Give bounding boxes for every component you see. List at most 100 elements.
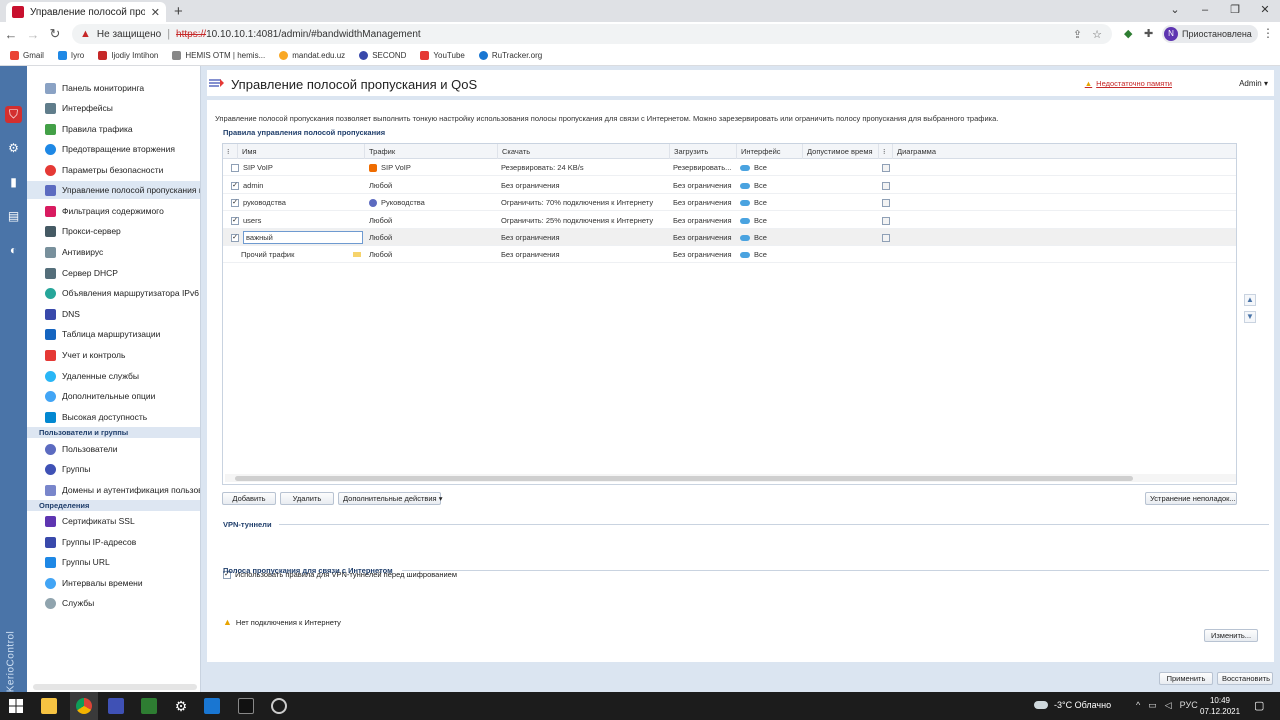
sidebar-item-dhcp[interactable]: Сервер DHCP xyxy=(27,264,200,282)
col-interface[interactable]: Интерфейс xyxy=(736,144,802,159)
language-indicator[interactable]: РУС xyxy=(1180,700,1198,711)
app-icon[interactable] xyxy=(141,698,157,714)
sidebar-item-routing[interactable]: Таблица маршрутизации xyxy=(27,325,200,343)
table-row[interactable]: Прочий трафик Любой Без ограничения Без … xyxy=(223,246,1236,263)
sidebar-item-domains[interactable]: Домены и аутентификация пользователей xyxy=(27,481,200,499)
sidebar-item-time[interactable]: Интервалы времени xyxy=(27,574,200,592)
sidebar-item-users[interactable]: Пользователи xyxy=(27,440,200,458)
chevron-down-icon[interactable]: ⌄ xyxy=(1160,0,1190,20)
add-button[interactable]: Добавить xyxy=(222,492,276,505)
new-tab-icon[interactable]: + xyxy=(174,3,183,20)
bookmark-second[interactable]: SECOND xyxy=(359,51,406,60)
app-icon[interactable] xyxy=(271,698,287,714)
move-down-icon[interactable]: ▼ xyxy=(1244,311,1256,323)
change-button[interactable]: Изменить... xyxy=(1204,629,1258,642)
extension-icon[interactable]: ◆ xyxy=(1124,27,1132,40)
sidebar-item-dashboard[interactable]: Панель мониторинга xyxy=(27,79,200,97)
notifications-icon[interactable]: ▢ xyxy=(1254,699,1264,712)
sidebar-scrollbar[interactable] xyxy=(33,684,197,690)
chart-checkbox[interactable] xyxy=(882,216,890,225)
chart-checkbox[interactable] xyxy=(882,181,890,190)
row-checkbox[interactable]: ✓ xyxy=(231,233,239,242)
chart-icon[interactable]: ▮ xyxy=(5,174,22,191)
network-icon[interactable]: ▭ xyxy=(1148,700,1157,711)
sidebar-item-proxy[interactable]: Прокси-сервер xyxy=(27,222,200,240)
sidebar-item-antivirus[interactable]: Антивирус xyxy=(27,243,200,261)
clock[interactable]: 10:49 07.12.2021 xyxy=(1200,695,1240,717)
sidebar-item-dns[interactable]: DNS xyxy=(27,305,200,323)
col-traffic[interactable]: Трафик xyxy=(364,144,497,159)
column-toggle-icon[interactable]: ⁝ xyxy=(223,144,237,159)
admin-menu[interactable]: Admin ▾ xyxy=(1239,79,1268,88)
settings-icon[interactable]: ⚙ xyxy=(5,140,22,157)
sidebar-item-ip-groups[interactable]: Группы IP-адресов xyxy=(27,533,200,551)
bookmark-hemis[interactable]: HEMIS OTM | hemis... xyxy=(172,51,265,60)
table-row[interactable]: SIP VoIP SIP VoIP Резервировать: 24 KB/s… xyxy=(223,159,1236,176)
col-download[interactable]: Скачать xyxy=(497,144,669,159)
chart-checkbox[interactable] xyxy=(882,233,890,242)
sidebar-item-traffic-rules[interactable]: Правила трафика xyxy=(27,120,200,138)
sidebar-item-services[interactable]: Службы xyxy=(27,594,200,612)
sidebar-item-remote[interactable]: Удаленные службы xyxy=(27,367,200,385)
sidebar-item-ipv6[interactable]: Объявления маршрутизатора IPv6 xyxy=(27,284,200,302)
bookmark-youtube[interactable]: YouTube xyxy=(420,51,465,60)
close-window-icon[interactable]: ✕ xyxy=(1250,0,1280,20)
settings-icon[interactable]: ⚙ xyxy=(173,698,189,714)
forward-icon[interactable]: → xyxy=(22,27,44,42)
menu-dots-icon[interactable]: ⋮ xyxy=(1262,26,1274,40)
puzzle-icon[interactable]: ✚ xyxy=(1144,27,1153,40)
minimize-icon[interactable]: – xyxy=(1190,0,1220,20)
apply-button[interactable]: Применить xyxy=(1159,672,1213,685)
app-icon[interactable] xyxy=(108,698,124,714)
sidebar-item-ha[interactable]: Высокая доступность xyxy=(27,408,200,426)
table-row[interactable]: ✓ важный Любой Без ограничения Без ограни… xyxy=(223,229,1236,246)
sidebar-item-advanced[interactable]: Дополнительные опции xyxy=(27,387,200,405)
row-checkbox[interactable]: ✓ xyxy=(231,198,239,207)
taskbar-chrome[interactable] xyxy=(70,692,98,720)
delete-button[interactable]: Удалить xyxy=(280,492,334,505)
col-chart[interactable]: Диаграмма xyxy=(892,144,1236,159)
move-up-icon[interactable]: ▲ xyxy=(1244,294,1256,306)
windows-start-icon[interactable] xyxy=(8,698,24,714)
rule-name-input[interactable]: важный xyxy=(243,231,363,244)
table-row[interactable]: ✓ users Любой Ограничить: 25% подключения… xyxy=(223,212,1236,229)
chevron-up-icon[interactable]: ^ xyxy=(1136,700,1140,711)
profile-button[interactable]: N Приостановлена xyxy=(1162,25,1258,43)
sidebar-item-interfaces[interactable]: Интерфейсы xyxy=(27,99,200,117)
table-row[interactable]: ✓ руководства Руководства Ограничить: 70%… xyxy=(223,194,1236,211)
column-menu-icon[interactable]: ⁝ xyxy=(878,144,892,159)
restore-button[interactable]: Восстановить xyxy=(1217,672,1273,685)
sidebar-item-accounting[interactable]: Учет и контроль xyxy=(27,346,200,364)
sidebar-item-groups[interactable]: Группы xyxy=(27,460,200,478)
bookmark-ijodiy[interactable]: Ijodiy Imtihon xyxy=(98,51,158,60)
col-name[interactable]: Имя xyxy=(237,144,364,159)
col-valid-time[interactable]: Допустимое время xyxy=(802,144,878,159)
restore-icon[interactable]: ❐ xyxy=(1220,0,1250,20)
scrollbar-thumb[interactable] xyxy=(235,476,1133,481)
app-icon[interactable] xyxy=(204,698,220,714)
sidebar-item-ssl[interactable]: Сертификаты SSL xyxy=(27,512,200,530)
reload-icon[interactable]: ↻ xyxy=(44,26,66,42)
sidebar-item-bandwidth[interactable]: Управление полосой пропускания и QoS xyxy=(27,181,200,199)
url-input[interactable]: ▲ Не защищено | https:// 10.10.10.1:4081… xyxy=(72,24,1112,44)
table-row[interactable]: ✓ admin Любой Без ограничения Без огранич… xyxy=(223,177,1236,194)
browser-tab[interactable]: Управление полосой пропуска ✕ xyxy=(6,2,166,22)
sidebar-item-content-filter[interactable]: Фильтрация содержимого xyxy=(27,202,200,220)
chart-checkbox[interactable] xyxy=(882,163,890,172)
folder-icon[interactable] xyxy=(41,698,57,714)
close-tab-icon[interactable]: ✕ xyxy=(151,6,160,19)
sidebar-item-ips[interactable]: Предотвращение вторжения xyxy=(27,140,200,158)
row-checkbox[interactable] xyxy=(231,163,239,172)
back-icon[interactable]: ← xyxy=(0,27,22,42)
bookmark-mandat[interactable]: mandat.edu.uz xyxy=(279,51,345,60)
bookmark-rutracker[interactable]: RuTracker.org xyxy=(478,51,542,60)
sidebar-item-security[interactable]: Параметры безопасности xyxy=(27,161,200,179)
row-checkbox[interactable]: ✓ xyxy=(231,216,239,225)
troubleshoot-button[interactable]: Устранение неполадок... xyxy=(1145,492,1237,505)
volume-icon[interactable]: ◁ xyxy=(1165,700,1172,711)
document-icon[interactable]: ▤ xyxy=(5,208,22,225)
more-actions-button[interactable]: Дополнительные действия ▾ xyxy=(338,492,442,505)
chart-checkbox[interactable] xyxy=(882,198,890,207)
bookmark-iyro[interactable]: Iyro xyxy=(57,51,84,60)
row-checkbox[interactable]: ✓ xyxy=(231,181,239,190)
